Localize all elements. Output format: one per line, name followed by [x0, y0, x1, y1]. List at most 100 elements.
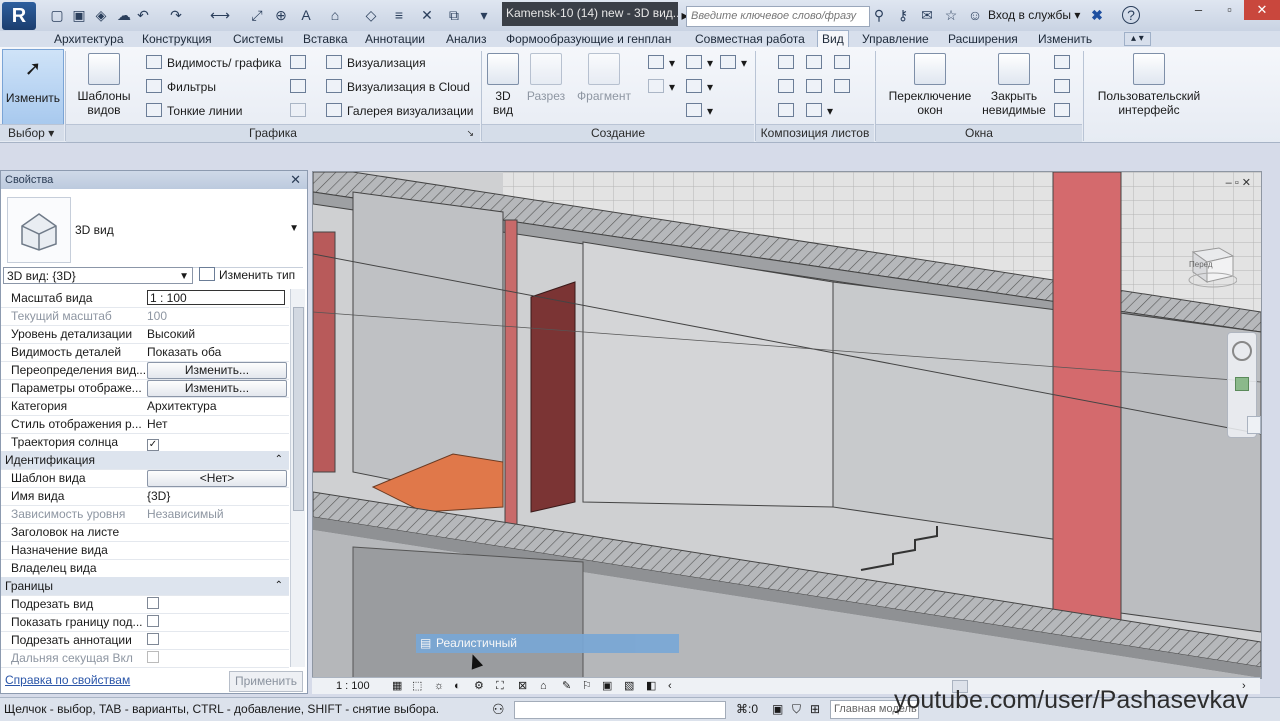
- temporary-hide-icon[interactable]: ✎: [562, 678, 571, 694]
- dimension-icon[interactable]: ⤢: [248, 6, 266, 24]
- 3d-view-button[interactable]: 3D вид: [486, 53, 520, 117]
- plan-views-button[interactable]: ▾: [648, 55, 675, 71]
- property-row[interactable]: Владелец вида: [1, 559, 289, 578]
- zoom-icon[interactable]: [1235, 377, 1249, 391]
- vertical-scroll-thumb[interactable]: [1247, 416, 1261, 434]
- scale-selector[interactable]: 1 : 100: [336, 678, 370, 694]
- tab-modify[interactable]: Изменить: [1038, 31, 1092, 47]
- sun-icon[interactable]: ☼: [434, 678, 444, 694]
- tab-massing-site[interactable]: Формообразующие и генплан: [506, 31, 671, 47]
- subscription-icon[interactable]: ⚷: [894, 6, 912, 24]
- duplicate-view-button[interactable]: ▾: [686, 79, 713, 95]
- thin-lines-icon[interactable]: ≡: [390, 6, 408, 24]
- render-gallery-button[interactable]: Галерея визуализации: [326, 103, 474, 119]
- property-row[interactable]: Масштаб вида 1 : 100: [1, 289, 289, 308]
- editable-only-icon[interactable]: ⌘: [736, 698, 748, 720]
- viewports-button[interactable]: ▾: [806, 103, 833, 119]
- tab-collaborate[interactable]: Совместная работа: [695, 31, 805, 47]
- view-reference-button[interactable]: [778, 103, 799, 119]
- minimize-icon[interactable]: –: [1182, 0, 1215, 20]
- collapse-icon[interactable]: ⌃: [275, 451, 283, 469]
- minimize-icon[interactable]: –: [1226, 177, 1232, 189]
- apply-button[interactable]: Применить: [229, 671, 303, 692]
- close-hidden-icon[interactable]: ✕: [418, 6, 436, 24]
- tab-annotate[interactable]: Аннотации: [365, 31, 425, 47]
- worksharing-icon[interactable]: ▣: [602, 678, 612, 694]
- favorites-icon[interactable]: ☆: [942, 6, 960, 24]
- undo-icon[interactable]: ↶: [134, 6, 152, 24]
- user-interface-button[interactable]: Пользовательский интерфейс: [1090, 53, 1208, 117]
- binoculars-icon[interactable]: ⚲: [870, 6, 888, 24]
- redo-icon[interactable]: ↷: [167, 6, 185, 24]
- property-row[interactable]: Стиль отображения р... Нет: [1, 415, 289, 434]
- tab-structure[interactable]: Конструкция: [142, 31, 212, 47]
- property-row[interactable]: Видимость деталей Показать оба: [1, 343, 289, 362]
- communication-icon[interactable]: ✉: [918, 6, 936, 24]
- close-icon[interactable]: ✕: [1244, 0, 1280, 20]
- property-value[interactable]: Высокий: [147, 325, 287, 343]
- revisions-button[interactable]: [834, 55, 855, 71]
- steering-wheel-icon[interactable]: [1232, 341, 1252, 361]
- property-value[interactable]: Архитектура: [147, 397, 287, 415]
- properties-scrollbar[interactable]: [290, 289, 305, 667]
- cloud-render-button[interactable]: Визуализация в Cloud: [326, 79, 470, 95]
- sync-icon[interactable]: ◈: [92, 6, 110, 24]
- section-button[interactable]: Разрез: [524, 53, 568, 103]
- save-icon[interactable]: ▣: [70, 6, 88, 24]
- sun-path-checkbox[interactable]: ✓: [147, 439, 159, 451]
- render-dialog-icon[interactable]: ⚙: [474, 678, 484, 694]
- matchline-button[interactable]: [834, 79, 855, 95]
- 3d-viewport[interactable]: – ▫ ✕ Перед ▤ Реалистичный: [312, 171, 1262, 679]
- cloud-icon[interactable]: ☁: [115, 6, 133, 24]
- legends-button[interactable]: ▾: [686, 103, 713, 119]
- guide-grid-button[interactable]: [806, 79, 827, 95]
- property-value[interactable]: Показать оба: [147, 343, 287, 361]
- property-row[interactable]: Категория Архитектура: [1, 397, 289, 416]
- property-row[interactable]: Уровень детализации Высокий: [1, 325, 289, 344]
- restore-icon[interactable]: ▫: [1235, 177, 1239, 189]
- property-row[interactable]: Назначение вида: [1, 541, 289, 560]
- remove-hidden-button[interactable]: [290, 79, 311, 95]
- sign-in-button[interactable]: Вход в службы ▾: [988, 6, 1080, 24]
- chevron-down-icon[interactable]: ▼: [289, 223, 299, 234]
- group-header[interactable]: Идентификация ⌃: [1, 451, 289, 470]
- collapse-icon[interactable]: ⌃: [275, 577, 283, 595]
- thin-lines-button[interactable]: Тонкие линии: [146, 103, 242, 119]
- type-selector[interactable]: 3D вид ▼: [3, 193, 303, 268]
- close-icon[interactable]: ✕: [290, 171, 301, 189]
- tab-architecture[interactable]: Архитектура: [54, 31, 124, 47]
- view-template-button[interactable]: <Нет>: [147, 470, 287, 487]
- 3d-view-icon[interactable]: ⌂: [326, 6, 344, 24]
- property-value[interactable]: Нет: [147, 415, 287, 433]
- measure-icon[interactable]: ⟷: [210, 6, 230, 24]
- property-row[interactable]: Заголовок на листе: [1, 523, 289, 542]
- tab-systems[interactable]: Системы: [233, 31, 283, 47]
- detail-level-icon[interactable]: ▦: [392, 678, 402, 694]
- text-icon[interactable]: A: [297, 6, 315, 24]
- design-options-icon[interactable]: ▣: [772, 698, 783, 720]
- dialog-launcher-icon[interactable]: ↘: [466, 125, 474, 142]
- dropdown-icon[interactable]: ▾: [475, 6, 493, 24]
- edit-type-button[interactable]: Изменить тип: [199, 267, 295, 284]
- drafting-view-button[interactable]: ▾: [686, 55, 713, 71]
- worksets-icon[interactable]: ⚇: [492, 698, 505, 720]
- replicate-button[interactable]: [1054, 55, 1075, 71]
- crop-view-checkbox[interactable]: [147, 597, 159, 609]
- tab-insert[interactable]: Вставка: [303, 31, 348, 47]
- tab-manage[interactable]: Управление: [862, 31, 929, 47]
- view-scale-input[interactable]: 1 : 100: [147, 290, 285, 305]
- switch-windows-icon[interactable]: ⧉: [445, 6, 463, 24]
- exchange-icon[interactable]: ✖: [1088, 6, 1106, 24]
- filter-icon[interactable]: ⛉: [792, 698, 801, 720]
- tab-analyze[interactable]: Анализ: [446, 31, 487, 47]
- select-panel-title[interactable]: Выбор ▾: [0, 124, 64, 141]
- scroll-thumb[interactable]: [293, 307, 304, 511]
- bar-scroll-left-icon[interactable]: ‹: [668, 678, 672, 694]
- visual-style-button-icon[interactable]: ⬚: [412, 678, 422, 694]
- properties-help-link[interactable]: Справка по свойствам: [5, 673, 130, 687]
- select-links-icon[interactable]: ⊞: [810, 698, 820, 720]
- title-block-button[interactable]: [806, 55, 827, 71]
- lock-view-icon[interactable]: ⌂: [540, 678, 547, 694]
- annotation-crop-checkbox[interactable]: [147, 633, 159, 645]
- tab-view[interactable]: Вид: [817, 30, 849, 48]
